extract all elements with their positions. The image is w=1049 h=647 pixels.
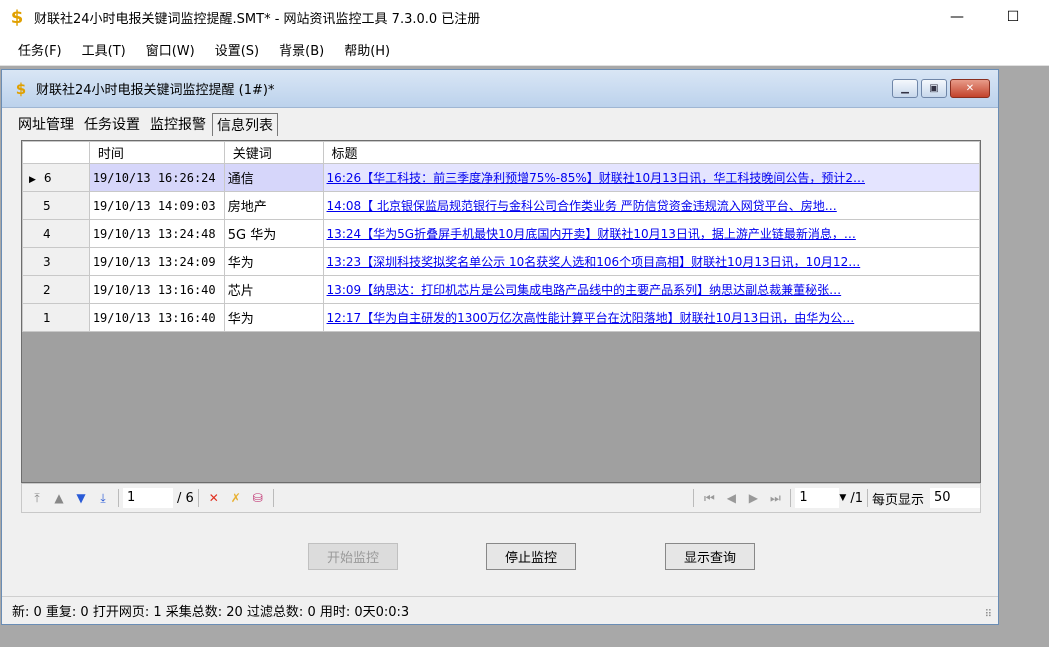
cell-time[interactable]: 19/10/13 14:09:03 — [88, 191, 225, 220]
table-row[interactable]: 5 19/10/13 14:09:03 房地产 14:08【 北京银保监局规范银… — [22, 191, 980, 220]
cell-title[interactable]: 13:24【华为5G折叠屏手机最快10月底国内开卖】财联社10月13日讯，据上游… — [322, 219, 980, 248]
col-title-header[interactable]: 标题 — [322, 141, 980, 164]
cell-time[interactable]: 19/10/13 13:24:48 — [88, 219, 225, 248]
info-grid: 时间 关键词 标题 ▶ 6 19/10/13 16:26:24 通信 16:26【… — [21, 140, 981, 483]
start-monitor-button[interactable]: 开始监控 — [308, 543, 398, 570]
page-size-input[interactable]: 50 — [930, 488, 980, 508]
menu-bar: 任务(F) 工具(T) 窗口(W) 设置(S) 背景(B) 帮助(H) — [0, 34, 1049, 66]
table-row[interactable]: 2 19/10/13 13:16:40 芯片 13:09【纳思达：打印机芯片是公… — [22, 275, 980, 304]
cell-title[interactable]: 13:23【深圳科技奖拟奖名单公示 10名获奖人选和106个项目高相】财联社10… — [322, 247, 980, 276]
cell-title[interactable]: 13:09【纳思达：打印机芯片是公司集成电路产品线中的主要产品系列】纳思达副总裁… — [322, 275, 980, 304]
separator — [866, 489, 868, 507]
cell-title[interactable]: 14:08【 北京银保监局规范银行与金科公司合作类业务 严防信贷资金违规流入网贷… — [322, 191, 980, 220]
row-number[interactable]: 4 — [22, 219, 90, 248]
stop-monitor-button[interactable]: 停止监控 — [486, 543, 576, 570]
title-link[interactable]: 13:09【纳思达：打印机芯片是公司集成电路产品线中的主要产品系列】纳思达副总裁… — [327, 283, 842, 297]
child-minimize-button[interactable]: ▁ — [892, 79, 918, 98]
table-row[interactable]: ▶ 6 19/10/13 16:26:24 通信 16:26【华工科技：前三季度净… — [22, 163, 980, 192]
page-total: /1 — [850, 490, 863, 506]
row-number[interactable]: 1 — [22, 303, 90, 332]
record-total: / 6 — [177, 490, 194, 506]
status-text: 新: 0 重复: 0 打开网页: 1 采集总数: 20 过滤总数: 0 用时: … — [12, 605, 410, 620]
row-number[interactable]: 2 — [22, 275, 90, 304]
cell-time[interactable]: 19/10/13 13:16:40 — [88, 275, 225, 304]
tab-task-settings[interactable]: 任务设置 — [80, 113, 144, 136]
delete-all-icon[interactable]: ✗ — [225, 491, 247, 505]
grid-header-row: 时间 关键词 标题 — [22, 141, 980, 164]
cell-time[interactable]: 19/10/13 13:24:09 — [88, 247, 225, 276]
cell-keyword[interactable]: 通信 — [223, 163, 324, 192]
menu-settings[interactable]: 设置(S) — [205, 40, 269, 59]
prev-page-icon[interactable]: ◀ — [720, 491, 742, 505]
menu-task[interactable]: 任务(F) — [8, 40, 72, 59]
move-up-icon[interactable]: ▲ — [48, 491, 70, 505]
cell-title[interactable]: 16:26【华工科技：前三季度净利预增75%-85%】财联社10月13日讯，华工… — [322, 163, 980, 192]
clear-database-icon[interactable]: ⛁ — [247, 491, 269, 505]
cell-keyword[interactable]: 芯片 — [223, 275, 324, 304]
cell-title[interactable]: 12:17【华为自主研发的1300万亿次高性能计算平台在沈阳落地】财联社10月1… — [322, 303, 980, 332]
tab-url-manage[interactable]: 网址管理 — [14, 113, 78, 136]
title-link[interactable]: 13:24【华为5G折叠屏手机最快10月底国内开卖】财联社10月13日讯，据上游… — [327, 227, 856, 241]
next-page-icon[interactable]: ▶ — [742, 491, 764, 505]
child-restore-button[interactable]: ▣ — [921, 79, 947, 98]
separator — [272, 489, 274, 507]
last-page-icon[interactable]: ⏭ — [764, 491, 786, 506]
title-link[interactable]: 16:26【华工科技：前三季度净利预增75%-85%】财联社10月13日讯，华工… — [327, 171, 865, 185]
cell-keyword[interactable]: 5G 华为 — [223, 219, 324, 248]
title-link[interactable]: 12:17【华为自主研发的1300万亿次高性能计算平台在沈阳落地】财联社10月1… — [327, 311, 855, 325]
menu-background[interactable]: 背景(B) — [269, 40, 334, 59]
row-header-corner — [22, 141, 90, 164]
title-link[interactable]: 14:08【 北京银保监局规范银行与金科公司合作类业务 严防信贷资金违规流入网贷… — [327, 199, 837, 213]
table-row[interactable]: 3 19/10/13 13:24:09 华为 13:23【深圳科技奖拟奖名单公示… — [22, 247, 980, 276]
mdi-area: $ 财联社24小时电报关键词监控提醒 (1#)* ▁ ▣ ✕ 网址管理 任务设置… — [0, 66, 1049, 647]
move-top-icon[interactable]: ⤒ — [26, 491, 48, 506]
row-number[interactable]: 5 — [22, 191, 90, 220]
cell-time[interactable]: 19/10/13 13:16:40 — [88, 303, 225, 332]
table-row[interactable]: 1 19/10/13 13:16:40 华为 12:17【华为自主研发的1300… — [22, 303, 980, 332]
tab-strip: 网址管理 任务设置 监控报警 信息列表 — [14, 113, 280, 136]
delete-icon[interactable]: ✕ — [203, 491, 225, 505]
record-index-input[interactable]: 1 — [123, 488, 173, 508]
menu-window[interactable]: 窗口(W) — [136, 40, 205, 59]
app-title: 财联社24小时电报关键词监控提醒.SMT* - 网站资讯监控工具 7.3.0.0… — [34, 11, 481, 27]
cell-keyword[interactable]: 华为 — [223, 247, 324, 276]
menu-help[interactable]: 帮助(H) — [334, 40, 400, 59]
maximize-button[interactable]: ☐ — [990, 0, 1036, 34]
col-time-header[interactable]: 时间 — [88, 141, 225, 164]
separator — [118, 489, 119, 507]
menu-tools[interactable]: 工具(T) — [72, 40, 136, 59]
show-query-button[interactable]: 显示查询 — [665, 543, 755, 570]
child-window: $ 财联社24小时电报关键词监控提醒 (1#)* ▁ ▣ ✕ 网址管理 任务设置… — [1, 69, 999, 625]
page-size-label: 每页显示 — [871, 492, 924, 508]
status-bar: 新: 0 重复: 0 打开网页: 1 采集总数: 20 过滤总数: 0 用时: … — [2, 596, 998, 624]
child-close-button[interactable]: ✕ — [950, 79, 990, 98]
child-title: 财联社24小时电报关键词监控提醒 (1#)* — [36, 83, 275, 98]
title-link[interactable]: 13:23【深圳科技奖拟奖名单公示 10名获奖人选和106个项目高相】财联社10… — [327, 255, 861, 269]
tab-monitor-alert[interactable]: 监控报警 — [146, 113, 210, 136]
minimize-button[interactable]: — — [934, 0, 980, 34]
cell-keyword[interactable]: 华为 — [223, 303, 324, 332]
chevron-down-icon[interactable]: ▼ — [839, 493, 846, 503]
tab-info-list[interactable]: 信息列表 — [212, 113, 278, 136]
resize-grip-icon[interactable]: ⠿ — [985, 609, 992, 620]
separator — [693, 489, 695, 507]
table-row[interactable]: 4 19/10/13 13:24:48 5G 华为 13:24【华为5G折叠屏手… — [22, 219, 980, 248]
app-title-bar: $ 财联社24小时电报关键词监控提醒.SMT* - 网站资讯监控工具 7.3.0… — [0, 0, 1049, 34]
row-number[interactable]: ▶ 6 — [22, 163, 90, 192]
first-page-icon[interactable]: ⏮ — [698, 491, 720, 506]
cell-time[interactable]: 19/10/13 16:26:24 — [88, 163, 225, 192]
page-select[interactable]: 1 — [795, 488, 840, 508]
move-down-icon[interactable]: ▼ — [70, 491, 92, 505]
child-title-bar: $ 财联社24小时电报关键词监控提醒 (1#)* ▁ ▣ ✕ — [2, 70, 998, 108]
row-pointer-icon: ▶ — [29, 174, 36, 185]
dollar-task-icon: $ — [15, 79, 27, 98]
cell-keyword[interactable]: 房地产 — [223, 191, 324, 220]
separator — [197, 489, 199, 507]
row-number[interactable]: 3 — [22, 247, 90, 276]
dollar-app-icon: $ — [10, 6, 24, 28]
move-bottom-icon[interactable]: ⤓ — [92, 491, 114, 506]
separator — [790, 489, 792, 507]
record-navigator: ⤒ ▲ ▼ ⤓ 1 / 6 ✕ ✗ ⛁ ⏮ ◀ ▶ ⏭ 1 ▼ /1 每页显示 … — [21, 483, 981, 513]
col-keyword-header[interactable]: 关键词 — [223, 141, 324, 164]
